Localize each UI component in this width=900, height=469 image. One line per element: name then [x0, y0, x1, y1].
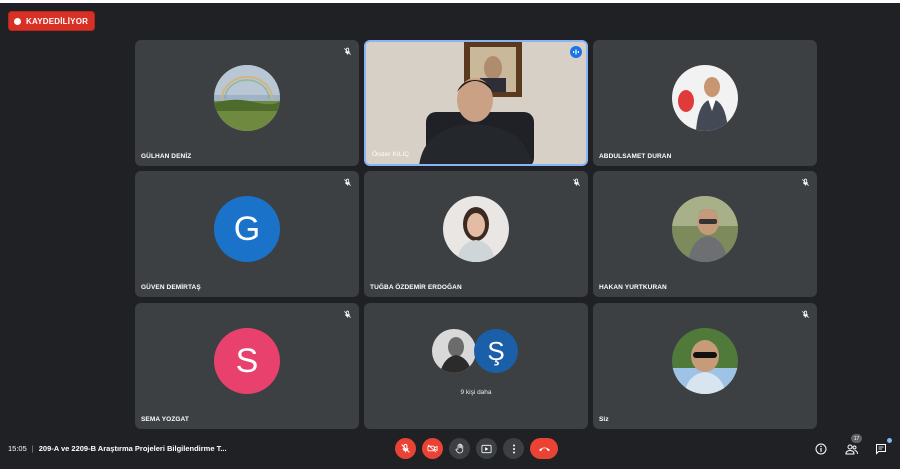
- participant-name: TUĞBA ÖZDEMİR ERDOĞAN: [370, 284, 462, 291]
- avatar-letter: S: [214, 328, 280, 394]
- mic-off-icon: [401, 443, 410, 453]
- avatar-photo: [672, 65, 738, 131]
- participants-button[interactable]: 17: [842, 434, 862, 458]
- meeting-title: 209-A ve 2209-B Araştırma Projeleri Bilg…: [38, 444, 227, 453]
- mic-off-icon: [799, 176, 811, 188]
- chat-icon: [876, 444, 886, 455]
- present-button[interactable]: [476, 438, 497, 459]
- call-controls: [395, 438, 558, 460]
- avatar-photo: [443, 196, 509, 262]
- avatar-letter-text: G: [233, 209, 261, 248]
- separator: |: [31, 444, 34, 453]
- participant-tile-self[interactable]: Siz: [593, 303, 817, 429]
- avatar-photo: [672, 328, 738, 394]
- participant-count-badge: 17: [851, 434, 862, 443]
- participant-name: SEMA YOZGAT: [141, 416, 189, 423]
- leave-call-button[interactable]: [530, 438, 558, 459]
- video-feed: [366, 42, 586, 164]
- chat-button[interactable]: [872, 438, 892, 458]
- speaking-indicator-icon: [570, 46, 582, 58]
- avatar-letter: G: [214, 196, 280, 262]
- mic-off-icon: [341, 308, 353, 320]
- participant-tile-abdulsamet[interactable]: ABDULSAMET DURAN: [593, 40, 817, 166]
- participant-tile-gulhan[interactable]: GÜLHAN DENİZ: [135, 40, 359, 166]
- others-avatars: Ş: [432, 329, 522, 375]
- bottom-toolbar: 15:05 | 209-A ve 2209-B Araştırma Projeler…: [0, 434, 900, 469]
- clock-time: 15:05: [8, 444, 27, 453]
- mic-off-icon: [570, 176, 582, 188]
- avatar-landscape: [214, 65, 280, 131]
- participant-name: Siz: [599, 416, 609, 423]
- others-count-label: 9 kişi daha: [460, 389, 492, 396]
- participant-name: ABDULSAMET DURAN: [599, 153, 672, 160]
- side-panel-buttons: 17: [812, 434, 892, 458]
- participant-tile-guven[interactable]: G GÜVEN DEMİRTAŞ: [135, 171, 359, 297]
- participant-name: Önder KILIÇ: [372, 151, 410, 158]
- avatar-letter-text: Ş: [487, 335, 505, 366]
- participant-grid: GÜLHAN DENİZ Önder KILIÇ ABDULSAMET DURA…: [0, 0, 900, 435]
- more-options-button[interactable]: [503, 438, 524, 459]
- participant-name: HAKAN YURTKURAN: [599, 284, 667, 291]
- mic-off-icon: [799, 308, 811, 320]
- people-icon: [844, 444, 858, 454]
- participant-tile-hakan[interactable]: HAKAN YURTKURAN: [593, 171, 817, 297]
- meeting-details: 15:05 | 209-A ve 2209-B Araştırma Projeler…: [8, 444, 227, 453]
- hangup-icon: [538, 447, 550, 451]
- present-icon: [481, 444, 492, 453]
- participant-tile-tugba[interactable]: TUĞBA ÖZDEMİR ERDOĞAN: [364, 171, 588, 297]
- participant-tile-sema[interactable]: S SEMA YOZGAT: [135, 303, 359, 429]
- info-icon: [815, 443, 827, 455]
- participant-name: GÜLHAN DENİZ: [141, 153, 192, 160]
- avatar-letter: Ş: [474, 329, 518, 373]
- new-message-dot: [887, 438, 892, 443]
- camera-toggle-button[interactable]: [422, 438, 443, 459]
- raise-hand-icon: [455, 443, 463, 454]
- meeting-info-button[interactable]: [812, 440, 830, 458]
- mic-off-icon: [341, 45, 353, 57]
- mic-off-icon: [341, 176, 353, 188]
- mic-toggle-button[interactable]: [395, 438, 416, 459]
- participant-tile-others[interactable]: Ş 9 kişi daha: [364, 303, 588, 429]
- camera-off-icon: [427, 444, 438, 453]
- participant-tile-active-speaker[interactable]: Önder KILIÇ: [364, 40, 588, 166]
- avatar-letter-text: S: [235, 341, 259, 380]
- avatar-photo: [672, 196, 738, 262]
- avatar-photo: [432, 329, 476, 373]
- participant-name: GÜVEN DEMİRTAŞ: [141, 284, 201, 291]
- more-vert-icon: [512, 444, 515, 453]
- raise-hand-button[interactable]: [449, 438, 470, 459]
